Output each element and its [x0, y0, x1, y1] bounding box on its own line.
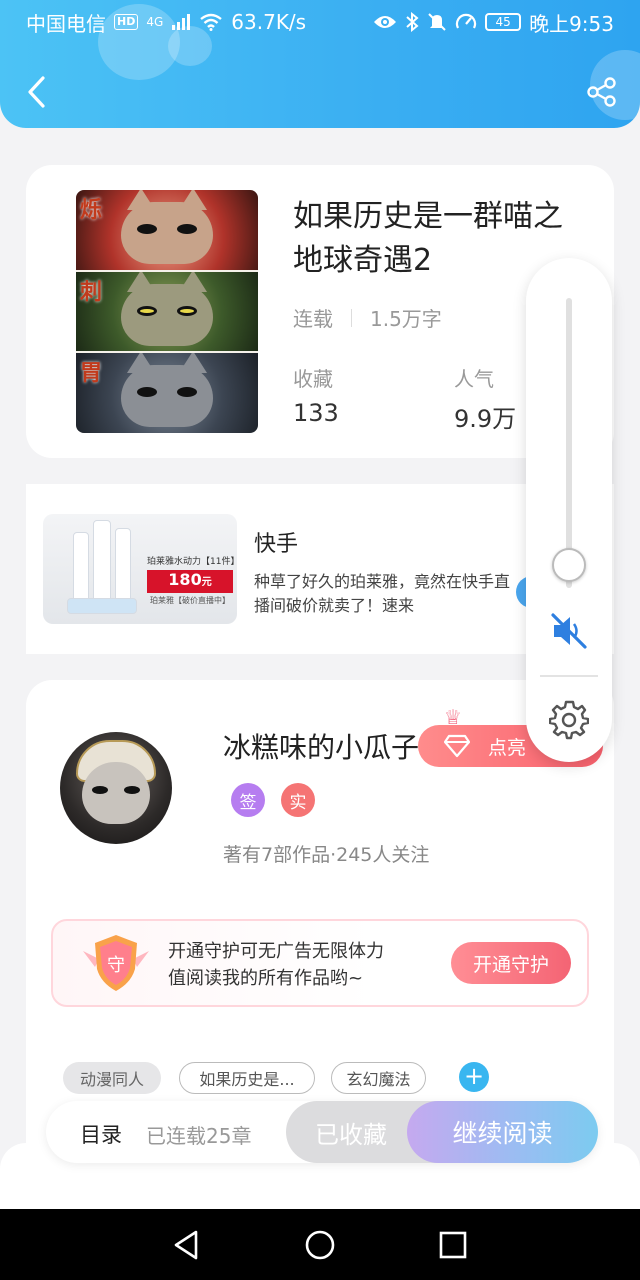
- book-cover[interactable]: 烁 刺 胃: [76, 190, 258, 433]
- divider: [351, 308, 352, 327]
- tag-item[interactable]: 动漫同人: [63, 1062, 161, 1094]
- ad-price: 180元: [147, 570, 233, 593]
- product-bottle: [73, 532, 89, 602]
- speaker-mute-icon[interactable]: [548, 610, 590, 652]
- ad-source: 快手: [254, 532, 299, 557]
- ad-price-box: 珀莱雅水动力【11件】 180元 珀莱雅【破价直播中】: [147, 554, 237, 605]
- wifi-icon: [200, 13, 223, 31]
- volume-panel: [526, 258, 612, 762]
- shield-icon: 守: [83, 935, 149, 991]
- diamond-icon: [444, 734, 470, 758]
- avatar-face: [82, 762, 150, 824]
- cat-illustration: [121, 190, 213, 265]
- cover-panel: 烁: [76, 190, 258, 270]
- author-name: 冰糕味的小瓜子: [223, 731, 420, 764]
- book-meta: 连载 1.5万字: [293, 303, 442, 332]
- guard-text: 开通守护可无广告无限体力 值阅读我的所有作品哟~: [168, 938, 384, 992]
- bluetooth-icon: [406, 12, 419, 32]
- ad-sub-text: 珀莱雅【破价直播中】: [150, 596, 230, 605]
- bottom-action-bar: 目录 已连载25章 已收藏 继续阅读: [46, 1101, 598, 1163]
- gear-icon[interactable]: [549, 700, 589, 740]
- share-button[interactable]: [586, 76, 618, 108]
- cat-illustration: [121, 271, 213, 346]
- tag-item[interactable]: 如果历史是...: [179, 1062, 315, 1094]
- share-icon: [587, 77, 616, 107]
- status-right: 45 晚上9:53: [373, 8, 614, 37]
- divider: [540, 675, 598, 677]
- sign-badge: 签: [231, 783, 265, 817]
- volume-slider-track[interactable]: [566, 298, 572, 588]
- ad-description: 种草了好久的珀莱雅，竟然在快手直播间破价就卖了！速来: [254, 572, 511, 615]
- collect-label: 收藏: [293, 367, 333, 391]
- popularity-label: 人气: [454, 367, 494, 391]
- realname-badge: 实: [281, 783, 315, 817]
- nav-back-icon[interactable]: [170, 1228, 204, 1262]
- product-bottle: [93, 520, 111, 602]
- cover-panel: 胃: [76, 353, 258, 433]
- hd-badge: HD: [114, 14, 139, 30]
- network-speed: 63.7K/s: [231, 10, 307, 34]
- cover-text: 胃: [80, 361, 103, 387]
- mute-bell-icon: [428, 13, 446, 31]
- signal-icon: [172, 14, 191, 30]
- cover-text: 烁: [80, 198, 103, 223]
- network-type: 4G: [146, 15, 164, 29]
- product-bottle: [115, 528, 131, 602]
- eye-icon: [374, 16, 397, 28]
- volume-slider-knob[interactable]: [552, 547, 586, 582]
- chapter-count: 已连载25章: [146, 1124, 252, 1148]
- collect-count: 133: [293, 399, 339, 427]
- nav-home-icon[interactable]: [303, 1228, 337, 1262]
- guard-text-line: 开通守护可无广告无限体力: [168, 941, 384, 962]
- product-bottle: [67, 598, 137, 614]
- serial-status: 连载: [293, 307, 333, 331]
- continue-reading-button[interactable]: 继续阅读: [407, 1101, 598, 1163]
- ad-promo-text: 珀莱雅水动力【11件】: [147, 557, 237, 567]
- cover-panel: 刺: [76, 271, 258, 352]
- cat-illustration: [121, 353, 213, 428]
- speedometer-icon: [456, 13, 477, 29]
- popularity-count: 9.9万: [454, 405, 517, 433]
- author-avatar[interactable]: [60, 732, 172, 844]
- author-stats: 著有7部作品·245人关注: [223, 844, 430, 866]
- svg-text:守: 守: [107, 955, 125, 976]
- guard-banner: 守 开通守护可无广告无限体力 值阅读我的所有作品哟~ 开通守护: [51, 919, 589, 1007]
- status-left: 中国电信 HD 4G 63.7K/s: [26, 8, 306, 37]
- cover-text: 刺: [80, 279, 103, 305]
- navigation-bar: [0, 1209, 640, 1280]
- header: 中国电信 HD 4G 63.7K/s 45 晚上9:53: [0, 0, 640, 128]
- back-button[interactable]: [18, 74, 54, 110]
- carrier-label: 中国电信: [26, 11, 106, 36]
- light-up-label: 点亮: [488, 736, 527, 759]
- clock: 晚上9:53: [529, 11, 614, 36]
- status-bar: 中国电信 HD 4G 63.7K/s 45 晚上9:53: [0, 0, 640, 44]
- guard-text-line: 值阅读我的所有作品哟~: [168, 968, 364, 989]
- add-tag-button[interactable]: +: [459, 1062, 489, 1092]
- tag-item[interactable]: 玄幻魔法: [331, 1062, 426, 1094]
- open-guard-button[interactable]: 开通守护: [451, 942, 571, 984]
- chevron-left-icon: [28, 76, 45, 108]
- toc-button[interactable]: 目录: [80, 1119, 122, 1149]
- nav-recents-icon[interactable]: [436, 1228, 470, 1262]
- word-count: 1.5万字: [370, 307, 442, 331]
- ad-image[interactable]: 珀莱雅水动力【11件】 180元 珀莱雅【破价直播中】: [43, 514, 237, 624]
- battery-indicator: 45: [485, 13, 522, 31]
